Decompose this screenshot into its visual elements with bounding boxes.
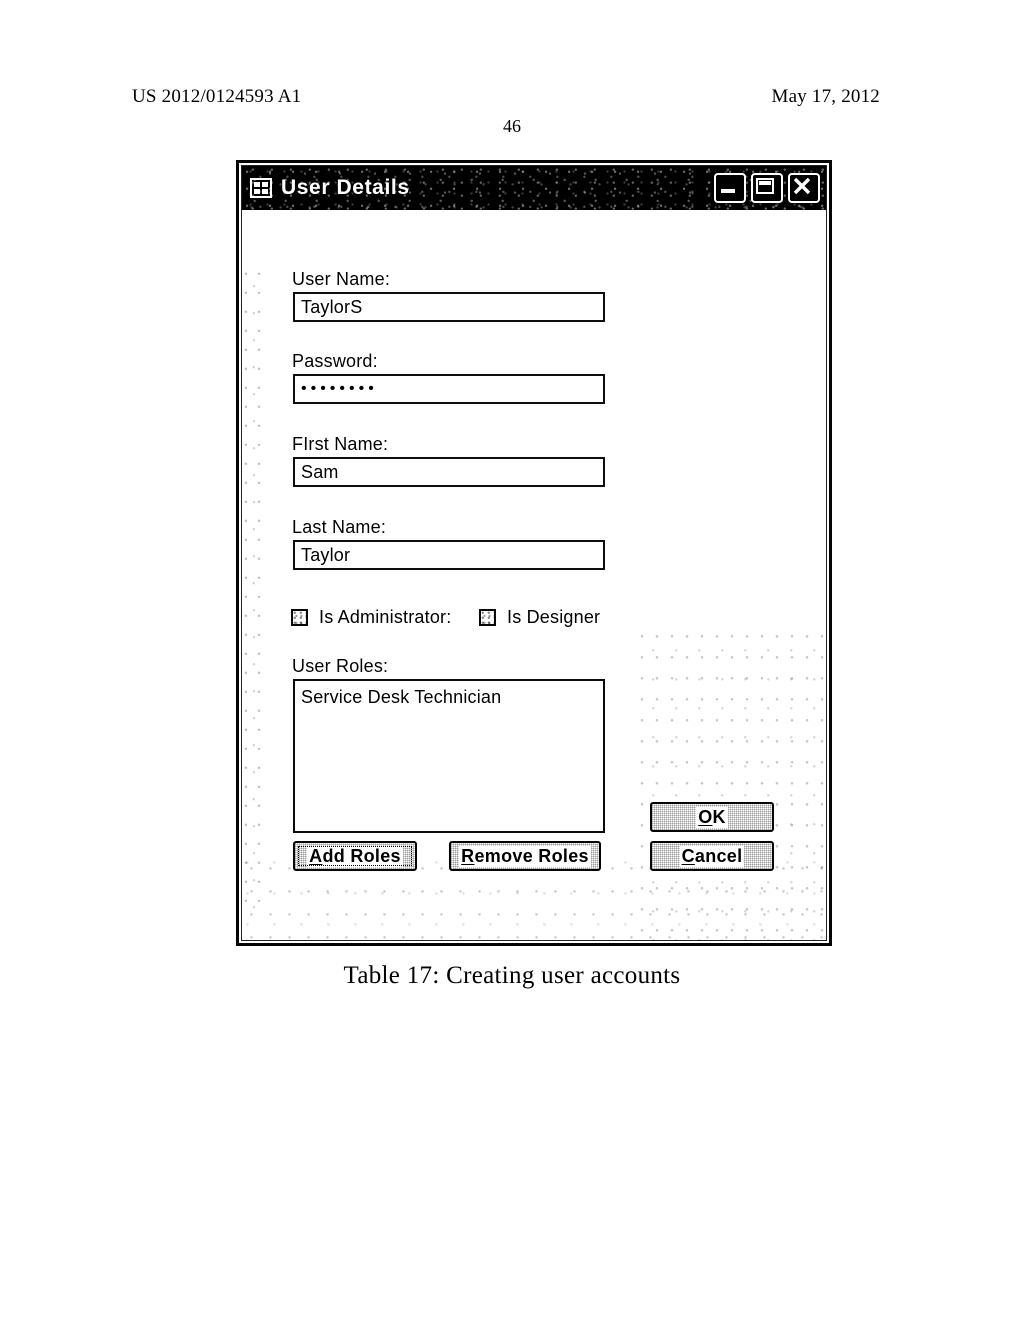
ok-button[interactable]: OK (650, 802, 774, 832)
remove-roles-button[interactable]: Remove Roles (449, 841, 601, 871)
scan-noise-right (636, 630, 826, 940)
page-number: 46 (503, 116, 521, 136)
is-administrator-checkbox[interactable] (291, 609, 308, 626)
maximize-icon[interactable] (751, 173, 783, 203)
last-name-label: Last Name: (292, 517, 387, 537)
is-administrator-label: Is Administrator: (319, 607, 452, 627)
user-name-value: TaylorS (301, 296, 363, 317)
dialog-client-area: User Name: TaylorS Password: •••••••• FI… (242, 210, 826, 940)
last-name-input[interactable]: Taylor (293, 540, 605, 570)
close-icon[interactable] (788, 173, 820, 203)
user-roles-label: User Roles: (292, 656, 389, 676)
is-designer-label: Is Designer (507, 607, 601, 627)
last-name-value: Taylor (301, 544, 351, 565)
remove-roles-label: Remove Roles (459, 845, 591, 867)
first-name-value: Sam (301, 461, 339, 482)
is-designer-checkbox-row[interactable]: Is Designer (479, 607, 600, 628)
cancel-button[interactable]: Cancel (650, 841, 774, 871)
cancel-label: Cancel (679, 845, 745, 867)
user-name-input[interactable]: TaylorS (293, 292, 605, 322)
window-controls (714, 173, 820, 203)
password-label: Password: (292, 351, 378, 371)
user-details-window: User Details User Name: TaylorS Password… (236, 160, 832, 946)
publication-number: US 2012/0124593 A1 (132, 86, 302, 107)
list-item[interactable]: Service Desk Technician (301, 686, 603, 708)
first-name-input[interactable]: Sam (293, 457, 605, 487)
window-titlebar[interactable]: User Details (242, 166, 826, 210)
password-input[interactable]: •••••••• (293, 374, 605, 404)
form-window-icon (250, 178, 272, 198)
password-value: •••••••• (301, 380, 378, 397)
window-inner-frame: User Details User Name: TaylorS Password… (241, 165, 827, 941)
first-name-label: FIrst Name: (292, 434, 389, 454)
user-roles-listbox[interactable]: Service Desk Technician (293, 679, 605, 833)
window-title: User Details (281, 176, 410, 199)
figure-caption: Table 17: Creating user accounts (343, 962, 681, 989)
is-designer-checkbox[interactable] (479, 609, 496, 626)
is-administrator-checkbox-row[interactable]: Is Administrator: (291, 607, 451, 628)
publication-date: May 17, 2012 (771, 86, 880, 107)
minimize-icon[interactable] (714, 173, 746, 203)
add-roles-button[interactable]: Add Roles (293, 841, 417, 871)
ok-label: OK (696, 806, 728, 828)
page-header: US 2012/0124593 A1 May 17, 2012 (132, 86, 880, 112)
add-roles-label: Add Roles (307, 845, 403, 867)
scan-noise-left (242, 270, 270, 910)
user-name-label: User Name: (292, 269, 391, 289)
